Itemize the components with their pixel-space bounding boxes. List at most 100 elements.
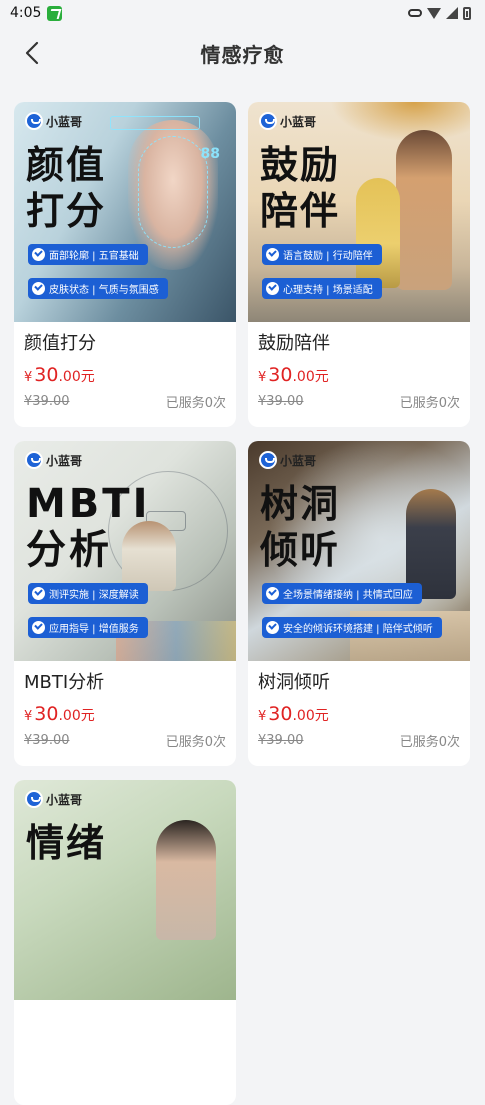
price-integer: 30 xyxy=(268,364,293,386)
card-cover: 小蓝哥 树洞 倾听 全场景情绪接纳 | 共情式回应 安全的倾诉环境搭建 | 陪伴… xyxy=(248,441,470,661)
brand-name: 小蓝哥 xyxy=(280,453,317,468)
card-body: MBTI分析 ¥ 30 .00元 ¥39.00 已服务0次 xyxy=(14,661,236,750)
feature-tag-label: 语言鼓励 | 行动陪伴 xyxy=(283,251,373,262)
key-icon xyxy=(408,9,422,17)
page-title: 情感疗愈 xyxy=(200,42,285,67)
umbrella-illustration xyxy=(330,102,470,142)
brand-label: 小蓝哥 xyxy=(25,451,82,469)
service-name: MBTI分析 xyxy=(24,672,105,693)
check-icon xyxy=(32,282,45,295)
brand-label: 小蓝哥 xyxy=(25,790,82,808)
feature-tag: 安全的倾诉环境搭建 | 陪伴式倾听 xyxy=(262,617,442,638)
price-symbol: ¥ xyxy=(258,709,267,724)
brand-logo-icon xyxy=(25,451,43,469)
status-left: 4:05 xyxy=(10,5,63,21)
card-body: 鼓励陪伴 ¥ 30 .00元 ¥39.00 已服务0次 xyxy=(248,322,470,411)
brand-logo-icon xyxy=(259,112,277,130)
meta-row: ¥39.00 已服务0次 xyxy=(24,392,226,411)
price-symbol: ¥ xyxy=(258,370,267,385)
service-card-emotion[interactable]: 小蓝哥 情绪 xyxy=(14,780,236,1105)
cover-title: 情绪 xyxy=(26,820,186,866)
scan-label-box xyxy=(110,116,200,130)
wifi-icon xyxy=(427,7,441,19)
served-count: 已服务0次 xyxy=(399,396,460,411)
feature-tag-label: 安全的倾诉环境搭建 | 陪伴式倾听 xyxy=(283,624,433,635)
original-price: ¥39.00 xyxy=(24,733,70,748)
card-cover: 小蓝哥 情绪 xyxy=(14,780,236,1000)
notification-app-icon xyxy=(47,5,63,21)
battery-icon xyxy=(463,6,471,20)
price-decimal: .00元 xyxy=(292,708,329,724)
cover-title-line1: 颜值 xyxy=(26,143,107,187)
brand-logo-icon xyxy=(25,790,43,808)
price-integer: 30 xyxy=(34,364,59,386)
card-cover: 小蓝哥 鼓励 陪伴 语言鼓励 | 行动陪伴 心理支持 | 场景适配 xyxy=(248,102,470,322)
cover-title: 颜值 打分 xyxy=(26,142,186,234)
meta-row: ¥39.00 已服务0次 xyxy=(258,392,460,411)
chevron-left-icon xyxy=(25,41,39,65)
meta-row: ¥39.00 已服务0次 xyxy=(258,731,460,750)
service-name: 鼓励陪伴 xyxy=(258,333,330,354)
cover-title-line1: MBTI xyxy=(26,481,151,527)
price: ¥ 30 .00元 xyxy=(258,364,460,386)
brand-label: 小蓝哥 xyxy=(25,112,82,130)
cover-title-line2: 分析 xyxy=(26,527,112,573)
price-symbol: ¥ xyxy=(24,709,33,724)
price-decimal: .00元 xyxy=(292,369,329,385)
check-icon xyxy=(32,248,45,261)
feature-tag: 心理支持 | 场景适配 xyxy=(262,278,382,299)
score-readout: 88 xyxy=(200,146,220,162)
cover-title-line2: 倾听 xyxy=(260,528,341,572)
card-body: 颜值打分 ¥ 30 .00元 ¥39.00 已服务0次 xyxy=(14,322,236,411)
cover-title-line1: 鼓励 xyxy=(260,143,341,187)
cover-title-line2: 打分 xyxy=(26,189,107,233)
check-icon xyxy=(32,587,45,600)
status-right xyxy=(408,6,471,20)
check-icon xyxy=(32,621,45,634)
feature-tag: 皮肤状态 | 气质与氛围感 xyxy=(28,278,168,299)
cover-title: 树洞 倾听 xyxy=(260,481,420,573)
feature-tag-label: 全场景情绪接纳 | 共情式回应 xyxy=(283,590,413,601)
signal-icon xyxy=(446,7,458,19)
brand-name: 小蓝哥 xyxy=(46,114,83,129)
cover-title: 鼓励 陪伴 xyxy=(260,142,420,234)
cover-title: MBTI 分析 xyxy=(26,481,186,573)
meta-row: ¥39.00 已服务0次 xyxy=(24,731,226,750)
served-count: 已服务0次 xyxy=(165,396,226,411)
check-icon xyxy=(266,248,279,261)
feature-tag-label: 测评实施 | 深度解读 xyxy=(49,590,139,601)
feature-tag-label: 心理支持 | 场景适配 xyxy=(283,285,373,296)
cover-title-line1: 情绪 xyxy=(26,821,107,865)
feature-tag: 应用指导 | 增值服务 xyxy=(28,617,148,638)
service-card-mbti[interactable]: 小蓝哥 MBTI 分析 测评实施 | 深度解读 应用指导 | 增值服务 MBTI… xyxy=(14,441,236,766)
service-card-beauty-score[interactable]: 88 小蓝哥 颜值 打分 面部轮廓 | 五官基础 皮肤状态 | 气质与氛围感 颜… xyxy=(14,102,236,427)
feature-tag: 面部轮廓 | 五官基础 xyxy=(28,244,148,265)
cover-title-line1: 树洞 xyxy=(260,482,341,526)
card-body: 树洞倾听 ¥ 30 .00元 ¥39.00 已服务0次 xyxy=(248,661,470,750)
status-time: 4:05 xyxy=(10,5,42,21)
price-decimal: .00元 xyxy=(58,708,95,724)
feature-tag: 语言鼓励 | 行动陪伴 xyxy=(262,244,382,265)
nav-bar: 情感疗愈 xyxy=(0,26,485,80)
check-icon xyxy=(266,282,279,295)
price-integer: 30 xyxy=(34,703,59,725)
status-bar: 4:05 xyxy=(0,0,485,26)
price: ¥ 30 .00元 xyxy=(24,703,226,725)
price: ¥ 30 .00元 xyxy=(258,703,460,725)
card-cover: 88 小蓝哥 颜值 打分 面部轮廓 | 五官基础 皮肤状态 | 气质与氛围感 xyxy=(14,102,236,322)
service-card-encourage[interactable]: 小蓝哥 鼓励 陪伴 语言鼓励 | 行动陪伴 心理支持 | 场景适配 鼓励陪伴 ¥… xyxy=(248,102,470,427)
original-price: ¥39.00 xyxy=(24,394,70,409)
service-card-tree-hole[interactable]: 小蓝哥 树洞 倾听 全场景情绪接纳 | 共情式回应 安全的倾诉环境搭建 | 陪伴… xyxy=(248,441,470,766)
brand-logo-icon xyxy=(259,451,277,469)
service-name: 颜值打分 xyxy=(24,333,96,354)
back-button[interactable] xyxy=(20,40,46,66)
cover-title-line2: 陪伴 xyxy=(260,189,341,233)
feature-tag-label: 皮肤状态 | 气质与氛围感 xyxy=(49,285,159,296)
price-integer: 30 xyxy=(268,703,293,725)
service-grid: 88 小蓝哥 颜值 打分 面部轮廓 | 五官基础 皮肤状态 | 气质与氛围感 颜… xyxy=(14,102,471,1105)
brand-name: 小蓝哥 xyxy=(280,114,317,129)
check-icon xyxy=(266,621,279,634)
feature-tag-label: 应用指导 | 增值服务 xyxy=(49,624,139,635)
brand-label: 小蓝哥 xyxy=(259,451,316,469)
feature-tag: 全场景情绪接纳 | 共情式回应 xyxy=(262,583,422,604)
